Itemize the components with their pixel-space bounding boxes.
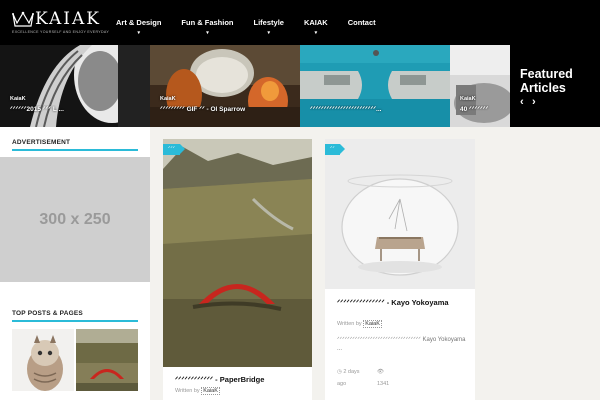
clock-icon: ◷: [337, 369, 342, 375]
post-byline: Written by KaiaK: [337, 320, 382, 328]
logo-text: KAIAK: [35, 9, 101, 29]
top-post-thumb[interactable]: [76, 329, 138, 391]
heading-underline: [12, 149, 138, 151]
post-card[interactable]: ᐟᐟ ᐟᐟᐟᐟᐟᐟᐟᐟᐟᐟᐟᐟᐟᐟᐟ - Kayo Yokoyama Writt…: [325, 139, 475, 400]
nav-label: KAIAK: [303, 18, 328, 27]
next-arrow-icon[interactable]: ›: [532, 96, 536, 108]
featured-tile[interactable]: ᐟᐟᐟᐟᐟᐟᐟᐟᐟᐟᐟᐟᐟᐟᐟᐟᐟᐟᐟᐟᐟᐟᐟᐟ...: [300, 45, 450, 127]
featured-panel: Featured Articles ‹ ›: [510, 45, 600, 127]
featured-image: [0, 45, 150, 127]
post-title[interactable]: ᐟᐟᐟᐟᐟᐟᐟᐟᐟᐟᐟᐟᐟᐟᐟ - Kayo Yokoyama: [337, 298, 467, 308]
featured-author: KaiaK: [160, 96, 176, 102]
featured-author: KaiaK: [460, 96, 476, 102]
post-excerpt: ᐟᐟᐟᐟᐟᐟᐟᐟᐟᐟᐟᐟᐟᐟᐟᐟᐟᐟᐟᐟᐟᐟᐟᐟᐟᐟᐟᐟᐟᐟᐟᐟᐟ Kayo Y…: [337, 337, 466, 352]
nav-item-fun-fashion[interactable]: Fun & Fashion ▾: [171, 18, 243, 36]
featured-image: [150, 45, 300, 127]
site-logo[interactable]: KAIAK EXCELLENCE YOURSELF AND ENJOY EVER…: [12, 8, 109, 36]
author-link[interactable]: KaiaK: [201, 387, 220, 395]
nav-label: Contact: [347, 18, 376, 27]
featured-image: [300, 45, 450, 127]
advertisement-heading: ADVERTISEMENT: [12, 139, 71, 146]
chevron-down-icon: ▾: [137, 30, 140, 36]
crown-icon: [12, 11, 34, 27]
featured-caption: ᐟᐟᐟᐟᐟᐟ2015 ᐟᐟᐟ L ...: [10, 106, 64, 113]
category-badge[interactable]: ᐟᐟ: [325, 144, 345, 155]
time-ago-suffix: ago: [337, 381, 347, 387]
time-ago: 2 days: [343, 369, 360, 375]
category-badge[interactable]: ᐟᐟᐟ: [163, 144, 185, 155]
ad-placeholder: 300 x 250: [0, 157, 150, 282]
main-nav: Art & Design ▾ Fun & Fashion ▾ Lifestyle ▾ …: [106, 0, 386, 45]
nav-label: Lifestyle: [253, 18, 284, 27]
featured-tile[interactable]: KaiaK ᐟᐟᐟᐟᐟᐟ2015 ᐟᐟᐟ L ...: [0, 45, 150, 127]
owl-image: [12, 329, 74, 391]
featured-strip: KaiaK ᐟᐟᐟᐟᐟᐟ2015 ᐟᐟᐟ L ... KaiaK ᐟᐟᐟᐟᐟᐟᐟ…: [0, 45, 600, 127]
byline-prefix: Written by: [175, 388, 200, 394]
ad-size-label: 300 x 250: [39, 210, 111, 228]
nav-item-kaiak[interactable]: KAIAK ▾: [294, 18, 338, 36]
post-time: ◷ 2 days: [337, 369, 360, 375]
post-image: [325, 139, 475, 289]
bridge-image: [76, 329, 138, 391]
featured-tile[interactable]: KaiaK ᐟᐟᐟᐟᐟᐟᐟᐟᐟ GIF ᐟᐟ - Ol Sparrow: [150, 45, 300, 127]
featured-author: KaiaK: [10, 96, 26, 102]
byline-prefix: Written by: [337, 321, 362, 327]
nav-label: Art & Design: [116, 18, 162, 27]
featured-heading: Featured Articles: [520, 67, 573, 95]
top-post-thumb[interactable]: [12, 329, 74, 391]
featured-caption: 40 ᐟᐟᐟᐟᐟᐟᐟ: [460, 106, 489, 113]
nav-item-art-design[interactable]: Art & Design ▾: [106, 18, 171, 36]
sidebar: ADVERTISEMENT 300 x 250 TOP POSTS & PAGE…: [0, 127, 150, 400]
featured-caption: ᐟᐟᐟᐟᐟᐟᐟᐟᐟᐟᐟᐟᐟᐟᐟᐟᐟᐟᐟᐟᐟᐟᐟᐟ...: [310, 106, 382, 113]
heading-underline: [12, 320, 138, 322]
logo-tagline: EXCELLENCE YOURSELF AND ENJOY EVERYDAY: [12, 30, 110, 34]
post-byline: Written by KaiaK: [175, 387, 220, 395]
post-title[interactable]: ᐟᐟᐟᐟᐟᐟᐟᐟᐟᐟᐟᐟ - PaperBridge: [175, 375, 305, 385]
eye-icon: 👁: [377, 369, 384, 375]
featured-tile[interactable]: KaiaK 40 ᐟᐟᐟᐟᐟᐟᐟ: [450, 45, 510, 127]
chevron-down-icon: ▾: [206, 30, 209, 36]
view-count: 1341: [377, 381, 390, 387]
nav-item-lifestyle[interactable]: Lifestyle ▾: [244, 18, 294, 36]
top-header: KAIAK EXCELLENCE YOURSELF AND ENJOY EVER…: [0, 0, 600, 45]
chevron-down-icon: ▾: [267, 30, 270, 36]
prev-arrow-icon[interactable]: ‹: [520, 96, 524, 108]
featured-caption: ᐟᐟᐟᐟᐟᐟᐟᐟᐟ GIF ᐟᐟ - Ol Sparrow: [160, 106, 246, 113]
featured-image: [450, 45, 510, 127]
post-card[interactable]: ᐟᐟᐟ ᐟᐟᐟᐟᐟᐟᐟᐟᐟᐟᐟᐟ - PaperBridge Written b…: [163, 139, 312, 400]
nav-item-contact[interactable]: Contact: [338, 18, 386, 27]
top-posts-heading: TOP POSTS & PAGES: [12, 310, 83, 317]
nav-label: Fun & Fashion: [181, 18, 234, 27]
chevron-down-icon: ▾: [314, 30, 318, 36]
author-link[interactable]: KaiaK: [363, 320, 382, 328]
post-image: [163, 139, 312, 367]
